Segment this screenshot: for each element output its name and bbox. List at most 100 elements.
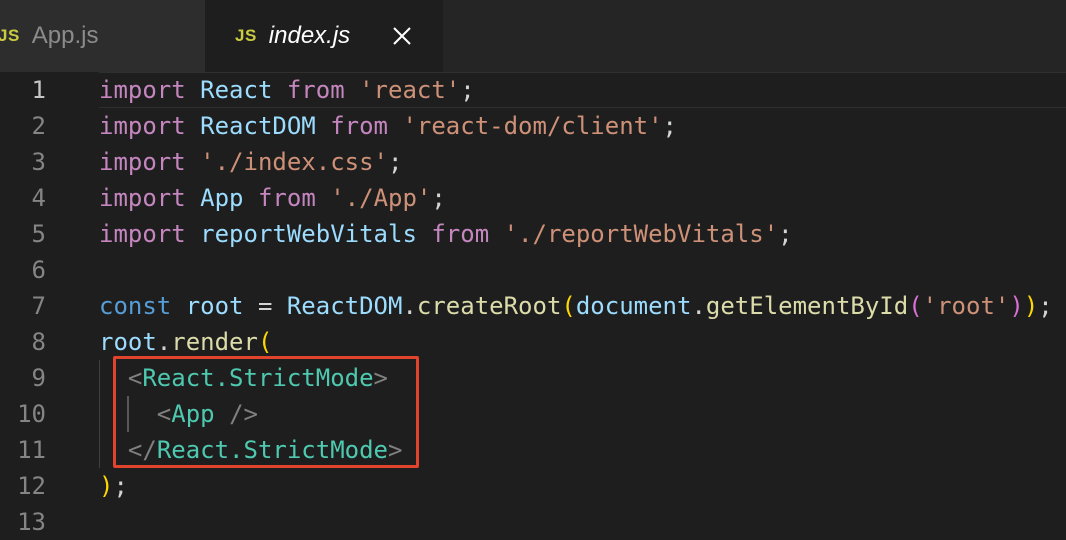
code-token: './index.css' — [200, 148, 388, 176]
code-token: render — [171, 328, 258, 356]
code-line[interactable]: 7 const root = ReactDOM.createRoot(docume… — [0, 288, 1066, 324]
line-number: 10 — [17, 400, 46, 428]
code-token: import — [99, 112, 186, 140]
code-token: root — [185, 292, 244, 320]
highlight-annotation-box — [113, 356, 419, 468]
line-number: 2 — [31, 112, 46, 140]
line-number: 7 — [31, 292, 46, 320]
code-token: reportWebVitals — [200, 220, 417, 248]
tab-index-js[interactable]: JS index.js — [205, 0, 443, 72]
code-token: ; — [1038, 292, 1053, 320]
code-text: root.render( — [99, 324, 272, 360]
code-line[interactable]: 3 import './index.css'; — [0, 144, 1066, 180]
code-token: const — [99, 292, 172, 320]
code-token: import — [99, 220, 186, 248]
line-number: 6 — [31, 256, 46, 284]
code-token: . — [691, 292, 706, 320]
line-number: 9 — [31, 364, 46, 392]
line-number: 3 — [31, 148, 46, 176]
indent-guide — [99, 360, 100, 468]
code-token: getElementById — [705, 292, 909, 320]
line-number: 5 — [31, 220, 46, 248]
code-token: ReactDOM — [286, 292, 403, 320]
line-number: 4 — [31, 184, 46, 212]
line-number: 13 — [17, 508, 46, 536]
tab-bar: JS App.js JS index.js — [0, 0, 1066, 72]
code-line[interactable]: 2 import ReactDOM from 'react-dom/client'… — [0, 108, 1066, 144]
code-text: import ReactDOM from 'react-dom/client'; — [99, 108, 677, 144]
code-line[interactable]: 4 import App from './App'; — [0, 180, 1066, 216]
code-token: import — [99, 184, 186, 212]
code-token: ( — [561, 292, 576, 320]
code-token: ; — [388, 148, 403, 176]
code-line[interactable]: 1 import React from 'react'; — [0, 72, 1066, 108]
code-token: ; — [778, 220, 793, 248]
code-text: import reportWebVitals from './reportWeb… — [99, 216, 793, 252]
code-token: . — [402, 292, 417, 320]
tab-label: index.js — [268, 22, 351, 49]
line-number: 8 — [31, 328, 46, 356]
code-token: import — [99, 148, 186, 176]
code-token: ( — [908, 292, 923, 320]
code-token: App — [200, 184, 244, 212]
code-text: import React from 'react'; — [99, 72, 475, 108]
code-token: = — [243, 292, 287, 320]
code-line[interactable]: 12); — [0, 468, 1066, 504]
code-token: ; — [431, 184, 446, 212]
code-token: import — [99, 76, 186, 104]
code-line[interactable]: 5 import reportWebVitals from './reportWe… — [0, 216, 1066, 252]
code-token: 'react' — [359, 76, 461, 104]
code-token: from — [431, 220, 490, 248]
code-token: ) — [99, 472, 114, 500]
code-text: import './index.css'; — [99, 144, 402, 180]
line-number: 11 — [17, 436, 46, 464]
code-token: ; — [662, 112, 677, 140]
code-line[interactable]: 13 — [0, 504, 1066, 540]
code-token: ) — [1023, 292, 1039, 320]
tab-app-js[interactable]: JS App.js — [0, 0, 205, 72]
code-token: React — [200, 76, 273, 104]
code-token: ; — [113, 472, 128, 500]
line-number: 12 — [17, 472, 46, 500]
code-token: ) — [1009, 292, 1024, 320]
javascript-file-icon: JS — [0, 26, 20, 45]
code-token: document — [575, 292, 692, 320]
code-token: './App' — [330, 184, 432, 212]
close-icon[interactable] — [392, 26, 412, 46]
code-text: ); — [99, 468, 128, 504]
code-text: import App from './App'; — [99, 180, 446, 216]
code-editor[interactable]: 1 import React from 'react'; 2 import React… — [0, 72, 1066, 536]
code-line[interactable]: 6 — [0, 252, 1066, 288]
code-token: from — [330, 112, 388, 140]
javascript-file-icon: JS — [235, 26, 257, 45]
code-token: createRoot — [416, 292, 562, 320]
code-token: ReactDOM — [200, 112, 316, 140]
line-number: 1 — [31, 76, 46, 104]
code-token: root — [99, 328, 157, 356]
code-line[interactable]: 8 root.render( — [0, 324, 1066, 360]
code-text: const root = ReactDOM.createRoot(documen… — [99, 288, 1053, 324]
code-token: ; — [460, 76, 475, 104]
code-token: from — [286, 76, 345, 104]
code-token: 'root' — [922, 292, 1010, 320]
code-token: from — [257, 184, 316, 212]
tab-label: App.js — [31, 22, 99, 49]
code-token: . — [156, 328, 172, 356]
code-token: ( — [257, 328, 273, 356]
code-token: 'react-dom/client' — [402, 112, 663, 140]
code-token: './reportWebVitals' — [503, 220, 779, 248]
